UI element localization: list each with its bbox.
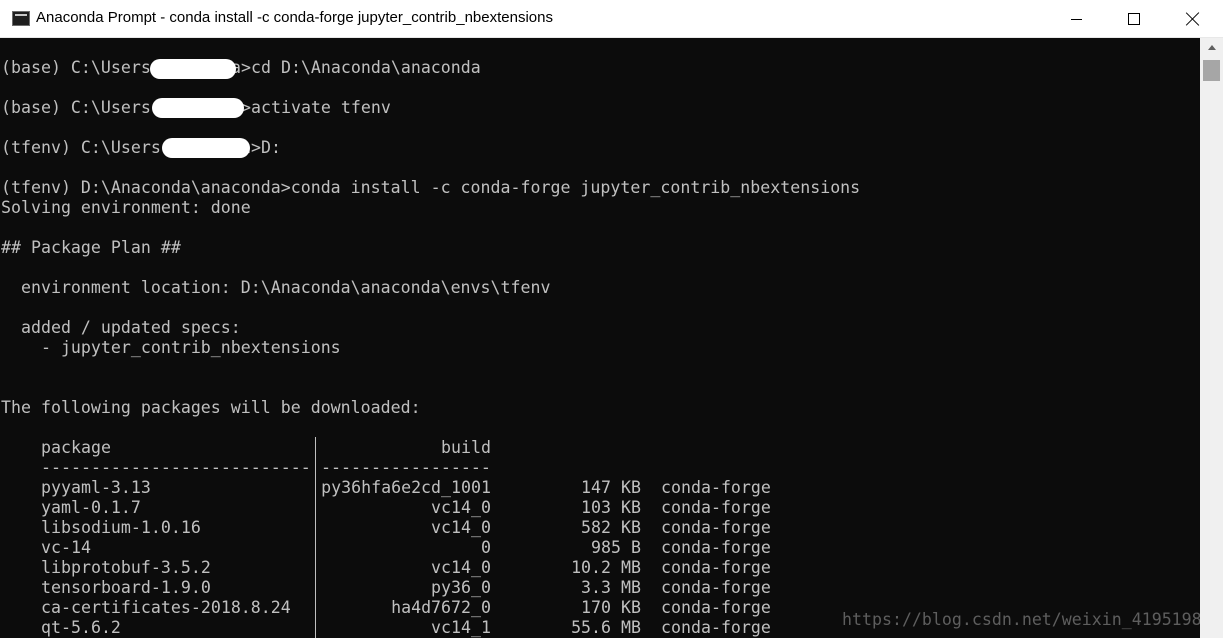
- cell-size: 985 B: [591, 538, 641, 557]
- table-row: pyyaml-3.13 py36hfa6e2cd_1001 147 KB conda-…: [1, 478, 1200, 498]
- command-text: >activate tfenv: [241, 98, 391, 117]
- cell-channel: conda-forge: [661, 618, 771, 637]
- cell-package: pyyaml-3.13: [41, 478, 151, 497]
- cell-package: libprotobuf-3.5.2: [41, 558, 211, 577]
- table-row: libprotobuf-3.5.2 vc14_0 10.2 MB conda-forg…: [1, 558, 1200, 578]
- title-bar: Anaconda Prompt - conda install -c conda…: [0, 0, 1223, 38]
- console-prompt-icon: [12, 11, 30, 26]
- close-icon: [1186, 12, 1200, 26]
- cell-channel: conda-forge: [661, 478, 771, 497]
- cell-package: vc-14: [41, 538, 91, 557]
- column-header-build: build: [441, 438, 491, 457]
- cell-package: yaml-0.1.7: [41, 498, 141, 517]
- cell-size: 103 KB: [581, 498, 641, 517]
- redaction-mark: [150, 59, 236, 79]
- cell-package: libsodium-1.0.16: [41, 518, 201, 537]
- separator-package: ---------------------------: [41, 458, 311, 477]
- console-line: Solving environment: done: [1, 198, 251, 217]
- watermark: https://blog.csdn.net/weixin_41951986: [842, 610, 1200, 629]
- console-line: added / updated specs:: [1, 318, 241, 337]
- cell-build: ha4d7672_0: [391, 598, 491, 617]
- minimize-icon: [1070, 18, 1082, 20]
- cell-size: 10.2 MB: [571, 558, 641, 577]
- vertical-scrollbar[interactable]: [1200, 38, 1223, 638]
- console-line: (base) C:\Users >activate tfenv: [1, 98, 391, 118]
- column-header-package: package: [41, 438, 111, 457]
- separator-build: -----------------: [321, 458, 491, 477]
- console-line: (tfenv) C:\Users a>D:: [1, 138, 281, 158]
- minimize-button[interactable]: [1047, 0, 1105, 38]
- cell-channel: conda-forge: [661, 498, 771, 517]
- cell-size: 170 KB: [581, 598, 641, 617]
- cell-channel: conda-forge: [661, 558, 771, 577]
- window-title: Anaconda Prompt - conda install -c conda…: [36, 9, 553, 26]
- cell-build: 0: [481, 538, 491, 557]
- scroll-up-button[interactable]: [1200, 38, 1223, 56]
- close-button[interactable]: [1163, 0, 1223, 38]
- table-separator: --------------------------- ------------…: [1, 458, 1200, 478]
- cell-build: vc14_1: [431, 618, 491, 637]
- cell-package: ca-certificates-2018.8.24: [41, 598, 291, 617]
- cell-build: vc14_0: [431, 498, 491, 517]
- prompt-path: (tfenv) C:\Users: [1, 138, 161, 157]
- command-text: a>cd D:\Anaconda\anaconda: [231, 58, 481, 77]
- table-header: package build: [1, 438, 1200, 458]
- table-row: tensorboard-1.9.0 py36_0 3.3 MB conda-forge: [1, 578, 1200, 598]
- console-line: environment location: D:\Anaconda\anacon…: [1, 278, 551, 297]
- console-line: ## Package Plan ##: [1, 238, 181, 257]
- cell-build: vc14_0: [431, 558, 491, 577]
- cell-size: 582 KB: [581, 518, 641, 537]
- cell-channel: conda-forge: [661, 518, 771, 537]
- cell-package: tensorboard-1.9.0: [41, 578, 211, 597]
- cell-channel: conda-forge: [661, 578, 771, 597]
- cell-build: vc14_0: [431, 518, 491, 537]
- console-line: - jupyter_contrib_nbextensions: [1, 338, 341, 357]
- cell-package: qt-5.6.2: [41, 618, 121, 637]
- cell-size: 147 KB: [581, 478, 641, 497]
- cell-channel: conda-forge: [661, 598, 771, 617]
- table-row: yaml-0.1.7 vc14_0 103 KB conda-forge: [1, 498, 1200, 518]
- prompt-path: (base) C:\Users: [1, 58, 151, 77]
- arrow-up-icon: [1207, 44, 1216, 50]
- table-row: libsodium-1.0.16 vc14_0 582 KB conda-forge: [1, 518, 1200, 538]
- redaction-mark: [152, 98, 244, 118]
- cell-size: 55.6 MB: [571, 618, 641, 637]
- console-line: (tfenv) D:\Anaconda\anaconda>conda insta…: [1, 178, 861, 197]
- redaction-mark: [162, 138, 250, 158]
- table-row: vc-14 0 985 B conda-forge: [1, 538, 1200, 558]
- cell-build: py36hfa6e2cd_1001: [321, 478, 491, 497]
- console-line: The following packages will be downloade…: [1, 398, 421, 417]
- scroll-thumb[interactable]: [1203, 60, 1220, 81]
- maximize-button[interactable]: [1105, 0, 1163, 38]
- console-output[interactable]: (base) C:\Users a>cd D:\Anaconda\anacond…: [0, 38, 1200, 638]
- maximize-icon: [1128, 13, 1140, 25]
- cell-build: py36_0: [431, 578, 491, 597]
- prompt-path: (base) C:\Users: [1, 98, 151, 117]
- console-line: (base) C:\Users a>cd D:\Anaconda\anacond…: [1, 58, 481, 78]
- cell-channel: conda-forge: [661, 538, 771, 557]
- cell-size: 3.3 MB: [581, 578, 641, 597]
